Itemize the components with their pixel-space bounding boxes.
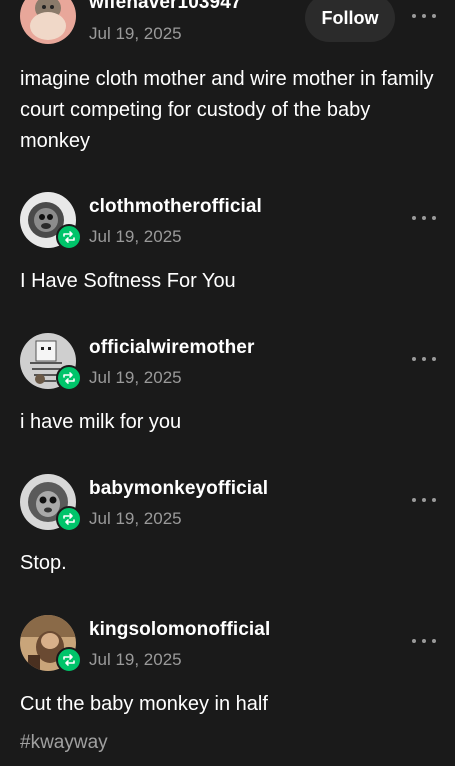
reblog-date: Jul 19, 2025 — [89, 650, 182, 669]
more-options-icon[interactable] — [412, 11, 436, 21]
reblog-icon — [56, 506, 82, 532]
reblog-body: Stop. — [20, 552, 67, 574]
avatar[interactable] — [20, 0, 76, 44]
reblog-username[interactable]: babymonkeyofficial — [89, 478, 268, 500]
reblog-body: i have milk for you — [20, 411, 182, 433]
post-tag[interactable]: #kwayway — [20, 732, 108, 754]
original-post: wifehaver103947 Jul 19, 2025 Follow imag… — [0, 0, 455, 170]
more-options-icon[interactable] — [412, 354, 436, 364]
follow-button[interactable]: Follow — [305, 0, 395, 42]
reblog-entry: clothmotherofficial Jul 19, 2025 I Have … — [0, 192, 455, 302]
post-date: Jul 19, 2025 — [89, 24, 182, 43]
reblog-username[interactable]: officialwiremother — [89, 337, 254, 359]
post-username[interactable]: wifehaver103947 — [89, 0, 242, 14]
reblog-entry: kingsolomonofficial Jul 19, 2025 Cut the… — [0, 615, 455, 766]
reblog-username[interactable]: kingsolomonofficial — [89, 619, 270, 641]
reblog-body: Cut the baby monkey in half — [20, 693, 268, 715]
more-options-icon[interactable] — [412, 495, 436, 505]
reblog-entry: babymonkeyofficial Jul 19, 2025 Stop. — [0, 474, 455, 584]
more-options-icon[interactable] — [412, 636, 436, 646]
reblog-date: Jul 19, 2025 — [89, 368, 182, 387]
reblog-icon — [56, 365, 82, 391]
post-body: imagine cloth mother and wire mother in … — [20, 68, 434, 152]
more-options-icon[interactable] — [412, 213, 436, 223]
reblog-icon — [56, 647, 82, 673]
reblog-entry: officialwiremother Jul 19, 2025 i have m… — [0, 333, 455, 443]
reblog-icon — [56, 224, 82, 250]
reblog-body: I Have Softness For You — [20, 270, 236, 292]
reblog-date: Jul 19, 2025 — [89, 227, 182, 246]
reblog-date: Jul 19, 2025 — [89, 509, 182, 528]
reblog-username[interactable]: clothmotherofficial — [89, 196, 262, 218]
